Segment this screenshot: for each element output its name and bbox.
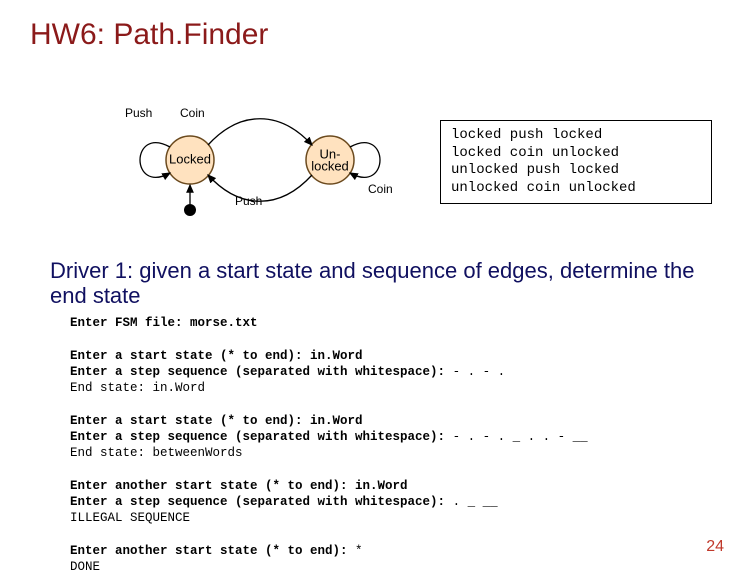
console-value: - . - . _ . . - __ xyxy=(453,430,588,444)
console-prompt: Enter a step sequence (separated with wh… xyxy=(70,365,453,379)
transitions-box: locked push locked locked coin unlocked … xyxy=(440,120,712,204)
console-prompt: Enter a step sequence (separated with wh… xyxy=(70,430,453,444)
console-prompt: Enter a start state (* to end): xyxy=(70,349,310,363)
console-output: Enter FSM file: morse.txt Enter a start … xyxy=(70,315,710,575)
console-value: in.Word xyxy=(355,479,408,493)
start-dot xyxy=(184,204,196,216)
console-line: DONE xyxy=(70,560,100,574)
console-line: ILLEGAL SEQUENCE xyxy=(70,511,190,525)
edge-label-coin-top: Coin xyxy=(180,106,205,120)
console-value: - . - . xyxy=(453,365,506,379)
edge-label-push-bottom: Push xyxy=(235,194,262,208)
slide-title: HW6: Path.Finder xyxy=(30,18,268,52)
state-unlocked-label-2: locked xyxy=(311,158,349,173)
console-prompt: Enter a step sequence (separated with wh… xyxy=(70,495,453,509)
fsm-diagram: Locked Un- locked Push Coin Coin Push xyxy=(120,105,390,215)
edge-label-coin-bottom: Coin xyxy=(368,182,393,196)
console-value: in.Word xyxy=(310,349,363,363)
driver-description: Driver 1: given a start state and sequen… xyxy=(50,258,730,309)
edge-locked-coin xyxy=(208,119,312,145)
console-line: End state: in.Word xyxy=(70,381,205,395)
console-line: End state: betweenWords xyxy=(70,446,243,460)
console-value: . _ __ xyxy=(453,495,498,509)
console-prompt: Enter FSM file: xyxy=(70,316,190,330)
slide: HW6: Path.Finder Locked Un- locked Push … xyxy=(0,0,756,576)
console-prompt: Enter a start state (* to end): xyxy=(70,414,310,428)
console-prompt: Enter another start state (* to end): xyxy=(70,544,355,558)
console-value: morse.txt xyxy=(190,316,258,330)
console-value: in.Word xyxy=(310,414,363,428)
console-value: * xyxy=(355,544,363,558)
edge-label-push-top: Push xyxy=(125,106,152,120)
state-locked-label: Locked xyxy=(169,151,211,166)
console-prompt: Enter another start state (* to end): xyxy=(70,479,355,493)
page-number: 24 xyxy=(706,538,724,556)
